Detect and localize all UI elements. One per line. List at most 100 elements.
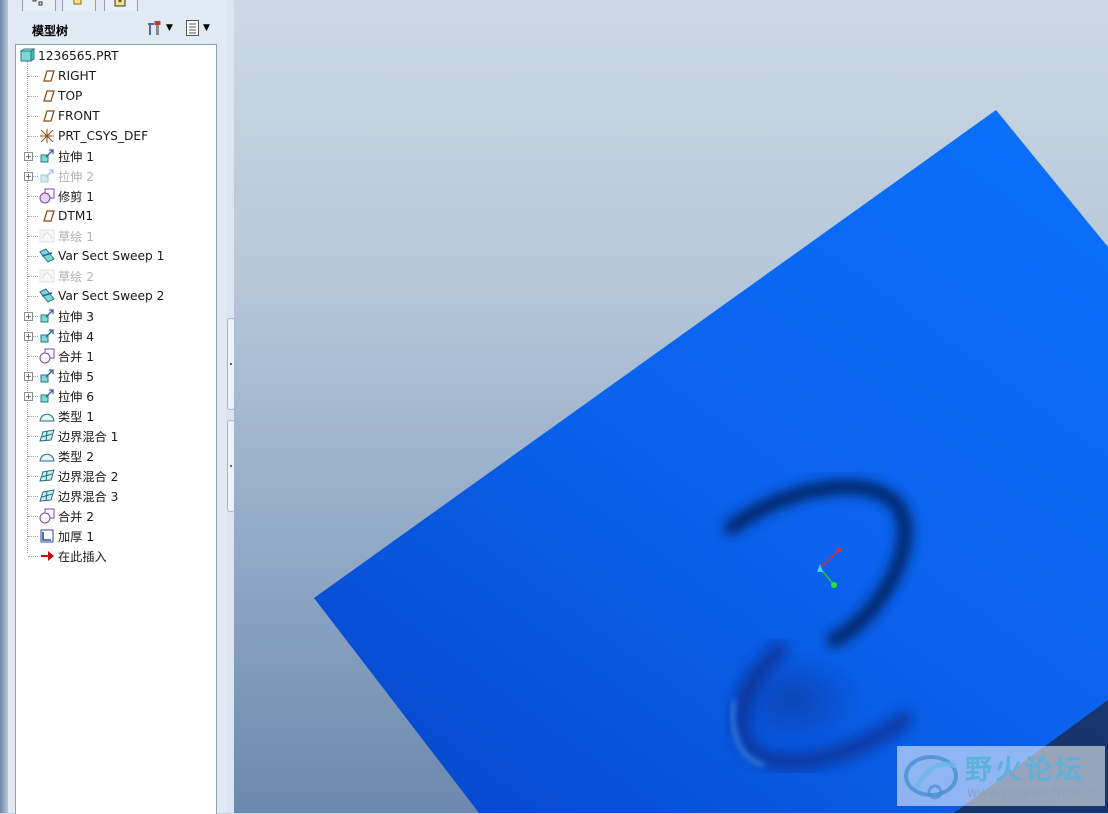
expand-toggle[interactable]: + [24,392,33,401]
expand-toggle[interactable]: + [24,312,33,321]
datum-plane-icon [43,110,55,122]
panel-header: 模型树 ▼ ▼ [8,13,226,43]
tree-item[interactable]: 合并 1 [39,346,94,366]
csys-x-tip [836,547,842,553]
tree-item-label: 拉伸 3 [58,310,95,324]
tree-item[interactable]: 草绘 2 [39,266,94,286]
expand-toggle[interactable]: + [24,372,33,381]
tree-item-label: DTM1 [58,209,94,223]
window-left-edge [0,0,8,813]
watermark-title: 野火论坛 [965,755,1085,786]
expand-toggle[interactable]: + [24,152,33,161]
tree-connector [28,276,38,277]
grip-dot [230,363,232,365]
part-icon [19,48,35,62]
tree-root-label: 1236565.PRT [38,49,119,63]
style-surface-icon [39,413,55,422]
expand-toggle[interactable]: + [24,332,33,341]
tree-connector [28,496,38,497]
blue-surface [314,110,1108,813]
tree-item-label: 草绘 1 [58,230,95,244]
tree-connector [28,476,38,477]
boundary-blend-icon [39,469,55,482]
tree-item[interactable]: 拉伸 6 [39,386,94,406]
tree-root[interactable]: 1236565.PRT [19,46,119,66]
layers-tab[interactable] [62,0,96,11]
datum-plane-icon [43,210,55,222]
tree-item[interactable]: 拉伸 2 [39,166,94,186]
model-tree-tab[interactable] [22,0,56,11]
tree-item-label: 边界混合 3 [58,490,119,504]
tree-connector [28,196,38,197]
tree-item[interactable]: 拉伸 4 [39,326,94,346]
variable-section-sweep-icon [39,288,55,303]
tree-item[interactable]: 拉伸 5 [39,366,94,386]
tree-item-label: 拉伸 6 [58,390,95,404]
tree-item[interactable]: 类型 1 [39,406,94,426]
tree-connector [28,236,38,237]
tree-item-label: PRT_CSYS_DEF [58,129,149,143]
tree-connector [28,356,38,357]
model-render [314,110,1108,813]
tree-connector [28,436,38,437]
layers-icon [73,0,82,5]
tree-item[interactable]: 草绘 1 [39,226,94,246]
tree-item-label: 修剪 1 [58,190,95,204]
tree-item[interactable]: 边界混合 1 [39,426,118,446]
tree-item[interactable]: 在此插入 [39,546,107,566]
tree-connector [28,456,38,457]
tree-item[interactable]: DTM1 [39,206,93,226]
tree-item-label: Var Sect Sweep 1 [58,249,165,263]
tree-item[interactable]: PRT_CSYS_DEF [39,126,148,146]
tree-item-label: 合并 1 [58,350,95,364]
extrude-icon [40,169,54,183]
tree-connector [28,556,38,557]
tree-item[interactable]: 拉伸 1 [39,146,94,166]
tree-connector [28,76,38,77]
panel-splitter[interactable] [226,0,235,813]
tree-item[interactable]: 修剪 1 [39,186,94,206]
model-tree-panel: * 模型树 ▼ ▼ 1236565.PRT RIGHT TOP FRONT PR… [8,0,227,814]
tree-item[interactable]: FRONT [39,106,100,126]
tree-connector [28,116,38,117]
tree-item[interactable]: 加厚 1 [39,526,94,546]
tree-item[interactable]: 合并 2 [39,506,94,526]
tree-item[interactable]: 拉伸 3 [39,306,94,326]
tools-icon [148,21,161,35]
expand-toggle[interactable]: + [24,172,33,181]
tree-connector [28,296,38,297]
datum-plane-icon [43,70,55,82]
boundary-blend-icon [39,429,55,442]
watermark-url: www.proewildfire.cn [967,786,1098,801]
boundary-blend-icon [39,489,55,502]
coordinate-system-icon [40,129,54,143]
tree-item[interactable]: Var Sect Sweep 2 [39,286,164,306]
insert-here-arrow-icon [41,551,54,561]
forum-logo-icon [904,755,958,800]
favorites-tab[interactable]: * [104,0,138,11]
show-dropdown-button[interactable]: ▼ [185,17,210,39]
tree-item[interactable]: TOP [39,86,82,106]
tree-item-label: 边界混合 1 [58,430,119,444]
tree-item[interactable]: 类型 2 [39,446,94,466]
chevron-down-icon: ▼ [203,23,210,33]
tree-item-label: 拉伸 4 [58,330,95,344]
merge-icon [39,348,55,364]
chevron-down-icon: ▼ [166,23,173,33]
sketch-icon [39,229,55,243]
tree-item[interactable]: 边界混合 3 [39,486,118,506]
graphics-viewport[interactable]: 野火论坛 www.proewildfire.cn [234,0,1108,813]
settings-dropdown-button[interactable]: ▼ [146,17,173,39]
extrude-icon [40,309,54,323]
trim-icon [39,188,55,204]
tree-connector [28,516,38,517]
tree-item[interactable]: 边界混合 2 [39,466,118,486]
extrude-icon [40,329,54,343]
tree-item[interactable]: Var Sect Sweep 1 [39,246,164,266]
model-tree: 1236565.PRT RIGHT TOP FRONT PRT_CSYS_DEF 拉伸 … [15,44,217,814]
tree-connector [28,96,38,97]
tree-item[interactable]: RIGHT [39,66,96,86]
tree-item-label: 拉伸 1 [58,150,95,164]
extrude-icon [40,389,54,403]
tree-item-label: FRONT [58,109,100,123]
